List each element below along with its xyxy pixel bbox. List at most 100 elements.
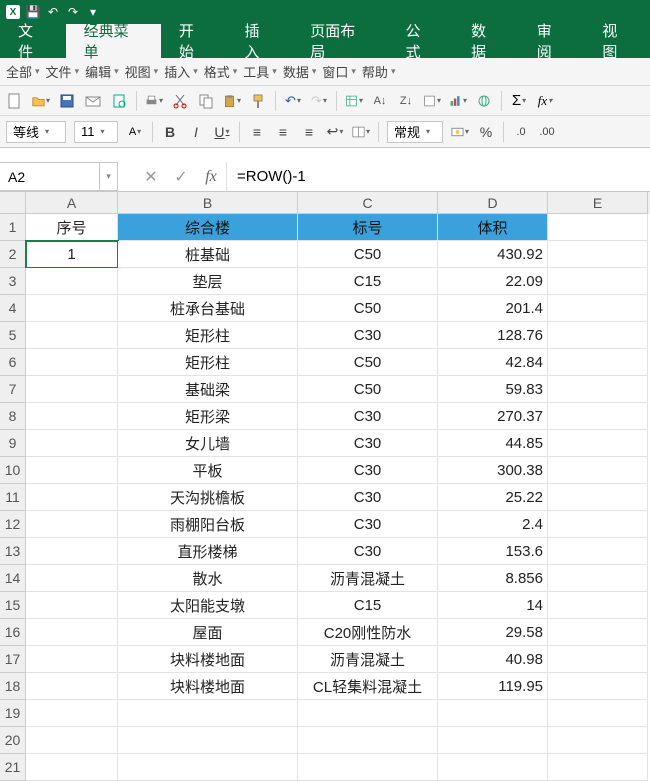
cell[interactable] <box>548 295 648 322</box>
sort-desc-icon[interactable]: Z↓ <box>397 92 415 110</box>
menu-all[interactable]: 全部 <box>6 62 40 81</box>
cell[interactable] <box>26 619 118 646</box>
cell[interactable]: 序号 <box>26 214 118 241</box>
cell[interactable] <box>298 754 438 781</box>
cell[interactable]: C30 <box>298 322 438 349</box>
cell[interactable]: 天沟挑檐板 <box>118 484 298 511</box>
number-format-select[interactable]: 常规 <box>387 121 443 143</box>
cell[interactable] <box>548 592 648 619</box>
cell[interactable]: 128.76 <box>438 322 548 349</box>
cell[interactable]: 44.85 <box>438 430 548 457</box>
redo-icon[interactable]: ↷ <box>310 92 328 110</box>
open-icon[interactable] <box>32 92 50 110</box>
tab-insert[interactable]: 插入 <box>227 24 293 58</box>
namebox-dropdown-icon[interactable]: ▾ <box>100 162 118 191</box>
cell[interactable] <box>548 646 648 673</box>
cell[interactable] <box>26 268 118 295</box>
tab-classic-menu[interactable]: 经典菜单 <box>66 24 161 58</box>
cell[interactable]: 430.92 <box>438 241 548 268</box>
cell[interactable]: 基础梁 <box>118 376 298 403</box>
cell[interactable] <box>438 727 548 754</box>
row-header[interactable]: 17 <box>0 646 26 673</box>
cell[interactable]: 雨棚阳台板 <box>118 511 298 538</box>
col-header-d[interactable]: D <box>438 192 548 214</box>
cell[interactable] <box>548 349 648 376</box>
row-header[interactable]: 10 <box>0 457 26 484</box>
menu-window[interactable]: 窗口 <box>322 62 356 81</box>
cell[interactable] <box>548 700 648 727</box>
cell[interactable]: 直形楼梯 <box>118 538 298 565</box>
row-header[interactable]: 15 <box>0 592 26 619</box>
cut-icon[interactable] <box>171 92 189 110</box>
cell[interactable] <box>298 700 438 727</box>
row-header[interactable]: 2 <box>0 241 26 268</box>
cell[interactable]: 散水 <box>118 565 298 592</box>
cell[interactable]: C30 <box>298 457 438 484</box>
cell[interactable]: 桩基础 <box>118 241 298 268</box>
cell[interactable] <box>26 403 118 430</box>
font-grow-icon[interactable]: A <box>126 123 144 141</box>
function-icon[interactable]: fx <box>536 92 554 110</box>
col-header-c[interactable]: C <box>298 192 438 214</box>
font-size-select[interactable]: 11 <box>74 121 118 143</box>
undo-icon[interactable]: ↶ <box>46 5 60 19</box>
tab-review[interactable]: 审阅 <box>519 24 585 58</box>
cell[interactable]: 1 <box>26 241 118 268</box>
dropdown-icon[interactable]: ▾ <box>86 5 100 19</box>
decrease-decimal-icon[interactable]: .0 <box>512 123 530 141</box>
cell[interactable]: 块料楼地面 <box>118 673 298 700</box>
paste-icon[interactable] <box>223 92 241 110</box>
cell[interactable] <box>548 619 648 646</box>
cell[interactable]: 桩承台基础 <box>118 295 298 322</box>
menu-help[interactable]: 帮助 <box>362 62 396 81</box>
italic-button[interactable]: I <box>187 123 205 141</box>
row-header[interactable]: 16 <box>0 619 26 646</box>
row-header[interactable]: 18 <box>0 673 26 700</box>
row-header[interactable]: 11 <box>0 484 26 511</box>
name-box[interactable]: A2 <box>0 162 100 191</box>
cell[interactable] <box>26 457 118 484</box>
cell[interactable]: 沥青混凝土 <box>298 565 438 592</box>
cell[interactable]: 太阳能支墩 <box>118 592 298 619</box>
cell[interactable] <box>298 727 438 754</box>
cell[interactable]: 300.38 <box>438 457 548 484</box>
col-header-b[interactable]: B <box>118 192 298 214</box>
cell[interactable]: C30 <box>298 484 438 511</box>
cell[interactable]: 119.95 <box>438 673 548 700</box>
cell[interactable]: CL轻集料混凝土 <box>298 673 438 700</box>
align-center-icon[interactable]: ≡ <box>274 123 292 141</box>
row-header[interactable]: 7 <box>0 376 26 403</box>
cell[interactable]: 块料楼地面 <box>118 646 298 673</box>
col-header-a[interactable]: A <box>26 192 118 214</box>
cancel-icon[interactable]: ✕ <box>136 162 166 191</box>
redo-icon[interactable]: ↷ <box>66 5 80 19</box>
tab-view[interactable]: 视图 <box>584 24 650 58</box>
cell[interactable]: C30 <box>298 511 438 538</box>
tab-file[interactable]: 文件 <box>0 24 66 58</box>
cell[interactable] <box>548 457 648 484</box>
menu-view[interactable]: 视图 <box>125 62 159 81</box>
menu-data[interactable]: 数据 <box>283 62 317 81</box>
row-header[interactable]: 9 <box>0 430 26 457</box>
cell[interactable]: C15 <box>298 592 438 619</box>
wrap-icon[interactable]: ↩ <box>326 123 344 141</box>
cell[interactable] <box>26 349 118 376</box>
row-header[interactable]: 6 <box>0 349 26 376</box>
cell[interactable]: 25.22 <box>438 484 548 511</box>
menu-format[interactable]: 格式 <box>204 62 238 81</box>
tab-formulas[interactable]: 公式 <box>387 24 453 58</box>
cell[interactable]: 矩形梁 <box>118 403 298 430</box>
cell[interactable] <box>26 700 118 727</box>
cell[interactable]: 270.37 <box>438 403 548 430</box>
menu-edit[interactable]: 编辑 <box>85 62 119 81</box>
link-icon[interactable] <box>475 92 493 110</box>
cell[interactable] <box>118 700 298 727</box>
cell[interactable]: 153.6 <box>438 538 548 565</box>
underline-button[interactable]: U <box>213 123 231 141</box>
cell[interactable]: 女儿墙 <box>118 430 298 457</box>
menu-insert[interactable]: 插入 <box>164 62 198 81</box>
row-header[interactable]: 13 <box>0 538 26 565</box>
cell[interactable] <box>548 268 648 295</box>
row-header[interactable]: 12 <box>0 511 26 538</box>
row-header[interactable]: 5 <box>0 322 26 349</box>
